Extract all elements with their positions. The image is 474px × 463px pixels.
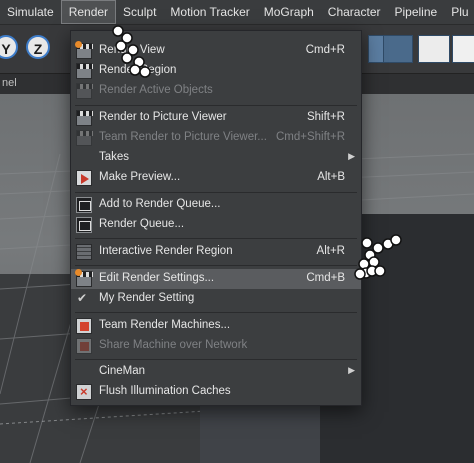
flush-icon: [76, 384, 92, 400]
menu-character[interactable]: Character: [321, 0, 388, 24]
menu-item-edit-render-settings[interactable]: Edit Render Settings... Cmd+B: [71, 269, 361, 289]
menu-item-flush-illumination-caches[interactable]: Flush Illumination Caches: [71, 382, 361, 402]
menu-pipeline[interactable]: Pipeline: [387, 0, 444, 24]
clapper-icon: [75, 41, 93, 59]
y-axis-lock-icon[interactable]: Y: [0, 35, 18, 59]
queue-icon: [76, 197, 92, 213]
menu-separator: [75, 312, 357, 313]
menu-plugins[interactable]: Plu: [444, 0, 474, 24]
menu-item-team-render-to-picture-viewer: Team Render to Picture Viewer... Cmd+Shi…: [71, 128, 361, 148]
menu-item-render-queue[interactable]: Render Queue...: [71, 215, 361, 235]
camera-icon[interactable]: [418, 35, 450, 63]
render-menu: Render View Cmd+R Render Region Render A…: [70, 30, 362, 406]
menu-item-render-view[interactable]: Render View Cmd+R: [71, 41, 361, 61]
menu-separator: [75, 192, 357, 193]
menu-item-takes[interactable]: Takes ▶: [71, 148, 361, 168]
region-icon: [76, 244, 92, 260]
submenu-arrow-icon: ▶: [348, 151, 355, 161]
menu-separator: [75, 238, 357, 239]
preview-icon: [76, 170, 92, 186]
submenu-arrow-icon: ▶: [348, 365, 355, 375]
menu-item-render-to-picture-viewer[interactable]: Render to Picture Viewer Shift+R: [71, 108, 361, 128]
menu-separator: [75, 265, 357, 266]
panel-label: nel: [2, 77, 17, 89]
menu-simulate[interactable]: Simulate: [0, 0, 61, 24]
menu-item-interactive-render-region[interactable]: Interactive Render Region Alt+R: [71, 242, 361, 262]
light-icon[interactable]: [452, 35, 474, 63]
menu-item-share-machine-over-network: Share Machine over Network: [71, 336, 361, 356]
sky-icon[interactable]: [383, 35, 413, 63]
menu-separator: [75, 105, 357, 106]
menu-render[interactable]: Render: [60, 0, 117, 24]
clapper-icon: [76, 83, 93, 99]
queue-icon: [76, 217, 92, 233]
menu-item-make-preview[interactable]: Make Preview... Alt+B: [71, 168, 361, 188]
menu-sculpt[interactable]: Sculpt: [116, 0, 163, 24]
menu-mograph[interactable]: MoGraph: [257, 0, 321, 24]
z-axis-lock-icon[interactable]: Z: [26, 35, 50, 59]
network-icon: [76, 338, 92, 354]
menubar: Simulate Render Sculpt Motion Tracker Mo…: [0, 0, 474, 25]
settings-icon: [75, 269, 93, 287]
machines-icon: [76, 318, 92, 334]
menu-item-team-render-machines[interactable]: Team Render Machines...: [71, 316, 361, 336]
menu-separator: [75, 359, 357, 360]
menu-item-render-region[interactable]: Render Region: [71, 61, 361, 81]
menu-item-my-render-setting[interactable]: ✔ My Render Setting: [71, 289, 361, 309]
menu-item-add-to-render-queue[interactable]: Add to Render Queue...: [71, 195, 361, 215]
clapper-icon: [76, 110, 93, 126]
menu-item-render-active-objects: Render Active Objects: [71, 81, 361, 101]
menu-item-cineman[interactable]: CineMan ▶: [71, 362, 361, 382]
clapper-icon: [76, 130, 93, 146]
clapper-icon: [76, 63, 93, 79]
check-icon: ✔: [77, 291, 88, 305]
menu-motion-tracker[interactable]: Motion Tracker: [163, 0, 256, 24]
